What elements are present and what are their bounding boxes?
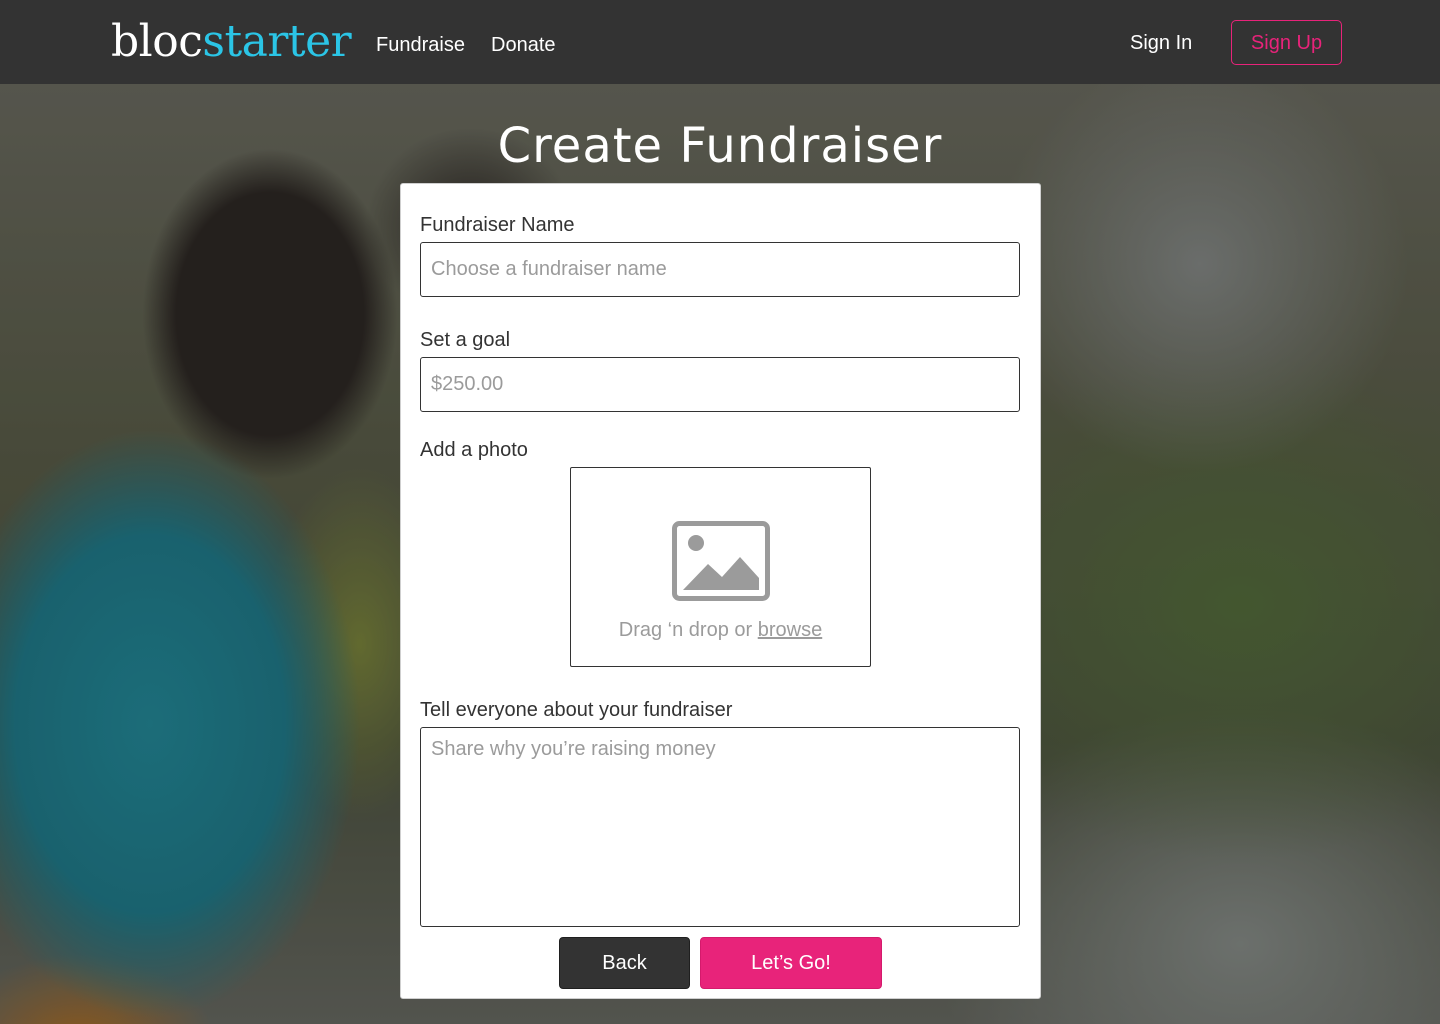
nav-fundraise-link[interactable]: Fundraise (376, 34, 465, 56)
sign-up-button[interactable]: Sign Up (1231, 20, 1342, 65)
nav-donate-link[interactable]: Donate (491, 34, 556, 56)
lets-go-button[interactable]: Let’s Go! (700, 937, 882, 989)
logo-text-bloc: bloc (111, 16, 203, 67)
top-navbar: blocstarter Fundraise Donate Sign In Sig… (0, 0, 1440, 84)
dropzone-hint-text: Drag ‘n drop or (618, 619, 758, 641)
fundraiser-name-label: Fundraiser Name (420, 214, 575, 236)
brand-logo[interactable]: blocstarter (111, 16, 352, 68)
photo-label: Add a photo (420, 439, 528, 461)
browse-link[interactable]: browse (758, 619, 822, 641)
back-button[interactable]: Back (559, 937, 690, 989)
goal-amount-input[interactable] (420, 357, 1020, 412)
logo-text-starter: starter (202, 16, 352, 67)
sign-in-link[interactable]: Sign In (1130, 32, 1192, 54)
description-label: Tell everyone about your fundraiser (420, 699, 733, 721)
page-title: Create Fundraiser (497, 118, 943, 174)
photo-dropzone[interactable]: Drag ‘n drop or browse (570, 467, 871, 667)
image-placeholder-icon (672, 521, 770, 601)
fundraiser-name-input[interactable] (420, 242, 1020, 297)
goal-label: Set a goal (420, 329, 511, 351)
create-fundraiser-form: Fundraiser Name Set a goal Add a photo D… (400, 183, 1041, 999)
description-textarea[interactable] (420, 727, 1020, 927)
dropzone-hint: Drag ‘n drop or browse (571, 619, 870, 642)
